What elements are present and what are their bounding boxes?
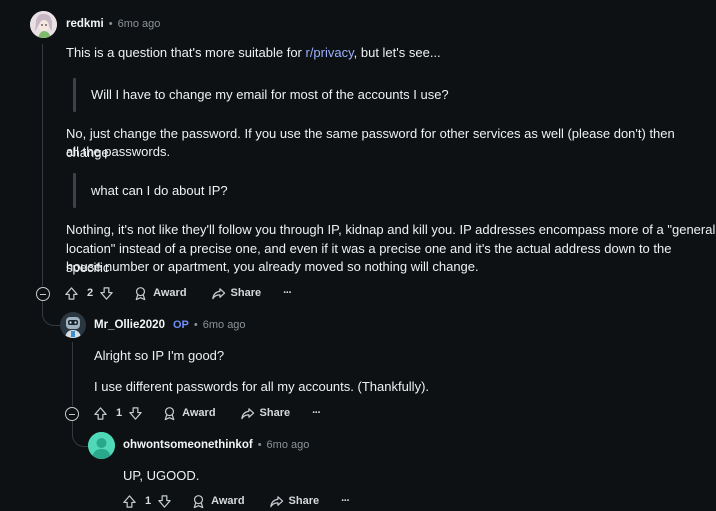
thread-connector-reply2 [72, 422, 89, 447]
downvote-arrow-icon [158, 494, 171, 508]
more-options-icon: ··· [312, 407, 321, 419]
share-button[interactable]: Share [269, 494, 320, 509]
comment-paragraph: This is a question that's more suitable … [66, 44, 441, 63]
comment-header: ohwontsomeonethinkof • 6mo ago [123, 439, 309, 451]
share-label: Share [230, 287, 262, 299]
blockquote-bar [73, 173, 76, 208]
comment-actions: 2 Award Share ··· [64, 283, 292, 303]
blockquote-text: Will I have to change my email for most … [91, 87, 449, 102]
award-icon [135, 286, 146, 300]
award-label: Award [153, 287, 187, 299]
subreddit-link[interactable]: r/privacy [305, 45, 353, 60]
avatar-image [88, 432, 115, 459]
upvote-arrow-icon [65, 286, 78, 300]
upvote-button[interactable] [93, 406, 108, 421]
vote-count: 1 [145, 495, 152, 507]
comment-header: Mr_Ollie2020 OP • 6mo ago [94, 319, 246, 331]
vote-count: 2 [87, 287, 94, 299]
downvote-arrow-icon [100, 286, 113, 300]
thread-line-reply1 [72, 342, 73, 406]
timestamp[interactable]: 6mo ago [118, 18, 161, 30]
minus-icon [69, 413, 75, 415]
award-button[interactable]: Award [191, 494, 245, 509]
thread-line-root [42, 44, 43, 286]
more-options-button[interactable]: ··· [312, 407, 321, 419]
share-label: Share [259, 407, 291, 419]
blockquote-bar [73, 78, 76, 112]
comment-paragraph-line: house number or apartment, you already m… [66, 259, 479, 274]
comment-paragraph: I use different passwords for all my acc… [94, 379, 430, 394]
more-options-icon: ··· [341, 495, 350, 507]
author-name[interactable]: Mr_Ollie2020 [94, 319, 165, 331]
downvote-button[interactable] [157, 494, 172, 509]
blockquote-text: what can I do about IP? [91, 183, 228, 198]
downvote-button[interactable] [128, 406, 143, 421]
thread-connector-reply1 [42, 302, 61, 326]
more-options-icon: ··· [283, 287, 292, 299]
comment-paragraph-line: all the passwords. [66, 144, 171, 159]
op-badge: OP [172, 319, 189, 331]
upvote-button[interactable] [64, 286, 79, 301]
award-label: Award [182, 407, 216, 419]
avatar-image [60, 312, 86, 338]
meta-separator: • [193, 319, 198, 331]
meta-separator: • [108, 18, 113, 30]
share-icon [211, 287, 225, 299]
share-icon [240, 407, 254, 419]
award-label: Award [211, 495, 245, 507]
comment-paragraph-line: Nothing, it's not like they'll follow yo… [66, 222, 716, 237]
comment-actions: 1 Award Share ··· [122, 491, 350, 511]
share-button[interactable]: Share [211, 286, 262, 301]
award-icon [193, 494, 204, 508]
meta-separator: • [257, 439, 262, 451]
paragraph-text: This is a question that's more suitable … [66, 45, 306, 60]
avatar[interactable] [88, 432, 115, 459]
award-icon [164, 406, 175, 420]
avatar-image [30, 11, 57, 38]
comment-paragraph: UP, UGOOD. [123, 468, 200, 483]
avatar[interactable] [30, 11, 57, 38]
paragraph-text: , but let's see... [353, 45, 441, 60]
more-options-button[interactable]: ··· [341, 495, 350, 507]
comment-header: redkmi • 6mo ago [66, 18, 160, 30]
timestamp[interactable]: 6mo ago [203, 319, 246, 331]
share-label: Share [288, 495, 320, 507]
vote-count: 1 [116, 407, 123, 419]
award-button[interactable]: Award [162, 406, 216, 421]
timestamp[interactable]: 6mo ago [267, 439, 310, 451]
comment-paragraph: Alright so IP I'm good? [94, 348, 225, 363]
share-button[interactable]: Share [240, 406, 291, 421]
upvote-button[interactable] [122, 494, 137, 509]
upvote-arrow-icon [123, 494, 136, 508]
more-options-button[interactable]: ··· [283, 287, 292, 299]
comment-actions: 1 Award Share ··· [93, 403, 321, 423]
collapse-thread-button[interactable] [36, 287, 50, 301]
minus-icon [40, 293, 46, 295]
share-icon [269, 495, 283, 507]
author-name[interactable]: ohwontsomeonethinkof [123, 439, 253, 451]
downvote-arrow-icon [129, 406, 142, 420]
upvote-arrow-icon [94, 406, 107, 420]
collapse-thread-button[interactable] [65, 407, 79, 421]
avatar[interactable] [60, 312, 86, 338]
award-button[interactable]: Award [133, 286, 187, 301]
author-name[interactable]: redkmi [66, 18, 104, 30]
downvote-button[interactable] [99, 286, 114, 301]
